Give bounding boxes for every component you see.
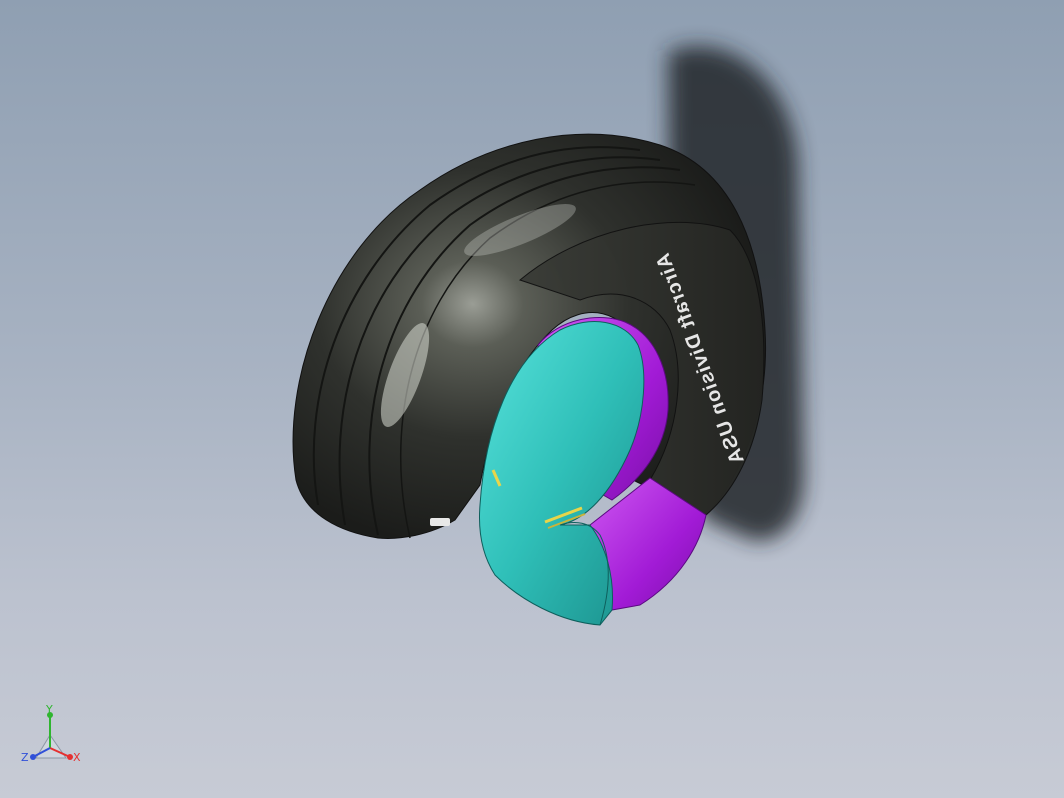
graphics-viewport[interactable]: Aircraft Division USA Y X Z xyxy=(0,0,1064,798)
x-axis-label: X xyxy=(73,751,81,764)
y-axis-label: Y xyxy=(45,703,53,716)
valve-stem xyxy=(430,518,450,526)
z-axis-label: Z xyxy=(21,751,29,764)
coordinate-triad: Y X Z xyxy=(21,703,81,764)
